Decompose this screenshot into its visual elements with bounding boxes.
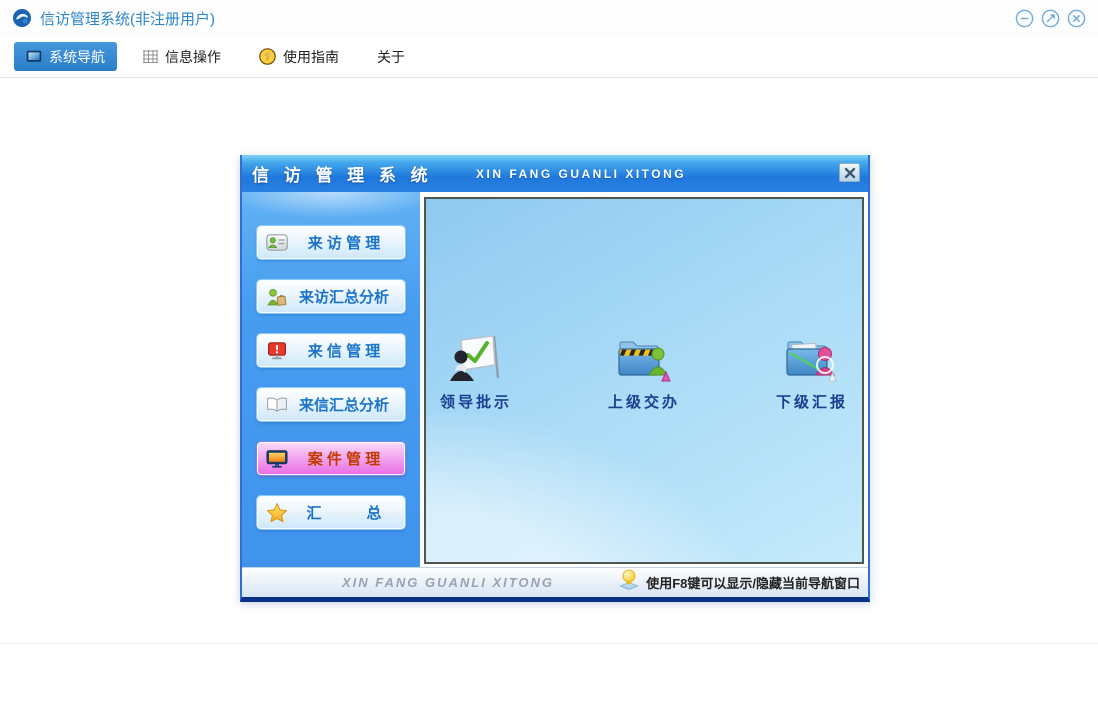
- footer-hint: 使用F8键可以显示/隐藏当前导航窗口: [617, 569, 860, 596]
- tab-label: 系统导航: [49, 48, 105, 65]
- dialog-content-panel: 领导批示 上级交办 下级汇报: [424, 197, 864, 564]
- alert-screen-icon: [264, 341, 290, 360]
- tab-info-operations[interactable]: 信息操作: [131, 42, 233, 71]
- sidebar-button-visit-management[interactable]: 来 访 管 理: [257, 226, 405, 259]
- x-icon: [844, 167, 855, 178]
- circle-restore-icon: [1041, 9, 1060, 27]
- window-controls: [1015, 9, 1086, 28]
- circle-minus-icon: [1015, 9, 1034, 27]
- window-titlebar: 信访管理系统(非注册用户): [0, 0, 1098, 36]
- tab-about[interactable]: 关于: [365, 42, 417, 71]
- application-window: 信访管理系统(非注册用户) 系统导航 信息操作 ? 使用指南 关于 信 访 管 …: [0, 0, 1098, 719]
- help-coin-icon: ?: [259, 48, 276, 65]
- sidebar-button-summary[interactable]: 汇 总: [257, 496, 405, 529]
- close-button[interactable]: [1067, 9, 1086, 28]
- tab-label: 使用指南: [283, 48, 339, 65]
- content-item-leader-instructions[interactable]: 领导批示: [428, 331, 524, 412]
- folder-report-icon: [784, 331, 840, 383]
- tab-label: 信息操作: [165, 48, 221, 65]
- sidebar-button-visit-summary[interactable]: 来访汇总分析: [257, 280, 405, 313]
- content-item-label: 上级交办: [607, 394, 680, 411]
- footer-hint-text: 使用F8键可以显示/隐藏当前导航窗口: [646, 576, 860, 591]
- main-canvas: 信 访 管 理 系 统 XIN FANG GUANLI XITONG 来 访 管…: [0, 78, 1098, 644]
- svg-text:?: ?: [264, 52, 270, 63]
- sidebar-button-label: 来访汇总分析: [298, 289, 389, 306]
- grid-icon: [143, 50, 158, 63]
- leader-flipchart-icon: [449, 331, 503, 383]
- navigation-dialog: 信 访 管 理 系 统 XIN FANG GUANLI XITONG 来 访 管…: [240, 155, 870, 602]
- circle-x-icon: [1067, 9, 1086, 27]
- content-item-subordinate-reports[interactable]: 下级汇报: [764, 331, 860, 412]
- sidebar-button-label: 来 访 管 理: [307, 235, 381, 252]
- footer-brand-text: XIN FANG GUANLI XITONG: [342, 575, 555, 590]
- maximize-button[interactable]: [1041, 9, 1060, 28]
- dialog-title: 信 访 管 理 系 统: [252, 166, 433, 185]
- sidebar-button-letter-summary[interactable]: 来信汇总分析: [257, 388, 405, 421]
- dialog-sidebar: 来 访 管 理 来访汇总分析 来 信 管 理 来信汇总分析 案 件 管 理 汇 …: [242, 192, 420, 567]
- dialog-titlebar: 信 访 管 理 系 统 XIN FANG GUANLI XITONG: [242, 155, 868, 192]
- case-monitor-icon: [264, 449, 290, 468]
- minimize-button[interactable]: [1015, 9, 1034, 28]
- monitor-icon: [26, 50, 42, 64]
- folder-assign-icon: [616, 331, 672, 383]
- sidebar-button-label: 来信汇总分析: [298, 397, 389, 414]
- dialog-close-button[interactable]: [839, 163, 860, 182]
- lightbulb-icon: [617, 569, 641, 596]
- star-icon: [264, 503, 290, 522]
- dialog-subtitle: XIN FANG GUANLI XITONG: [476, 167, 687, 181]
- sidebar-button-letter-management[interactable]: 来 信 管 理: [257, 334, 405, 367]
- tab-system-navigation[interactable]: 系统导航: [14, 42, 117, 71]
- sidebar-button-case-management[interactable]: 案 件 管 理: [257, 442, 405, 475]
- content-item-superior-assignments[interactable]: 上级交办: [596, 331, 692, 412]
- visitor-card-icon: [264, 234, 290, 251]
- tab-user-guide[interactable]: ? 使用指南: [247, 42, 351, 71]
- person-bag-icon: [264, 288, 290, 306]
- dialog-footer: XIN FANG GUANLI XITONG 使用F8键可以显示/隐藏当前导航窗…: [242, 567, 868, 597]
- content-item-label: 下级汇报: [775, 394, 848, 411]
- main-toolbar: 系统导航 信息操作 ? 使用指南 关于: [0, 36, 1098, 78]
- tab-label: 关于: [377, 48, 405, 65]
- dialog-body: 来 访 管 理 来访汇总分析 来 信 管 理 来信汇总分析 案 件 管 理 汇 …: [242, 192, 868, 567]
- sidebar-button-label: 汇 总: [306, 505, 382, 522]
- sidebar-button-label: 来 信 管 理: [307, 343, 381, 360]
- content-item-label: 领导批示: [439, 394, 512, 411]
- open-book-icon: [264, 397, 290, 413]
- sidebar-button-label: 案 件 管 理: [307, 451, 381, 468]
- window-title: 信访管理系统(非注册用户): [40, 10, 215, 28]
- cloud-globe-icon: [12, 8, 32, 28]
